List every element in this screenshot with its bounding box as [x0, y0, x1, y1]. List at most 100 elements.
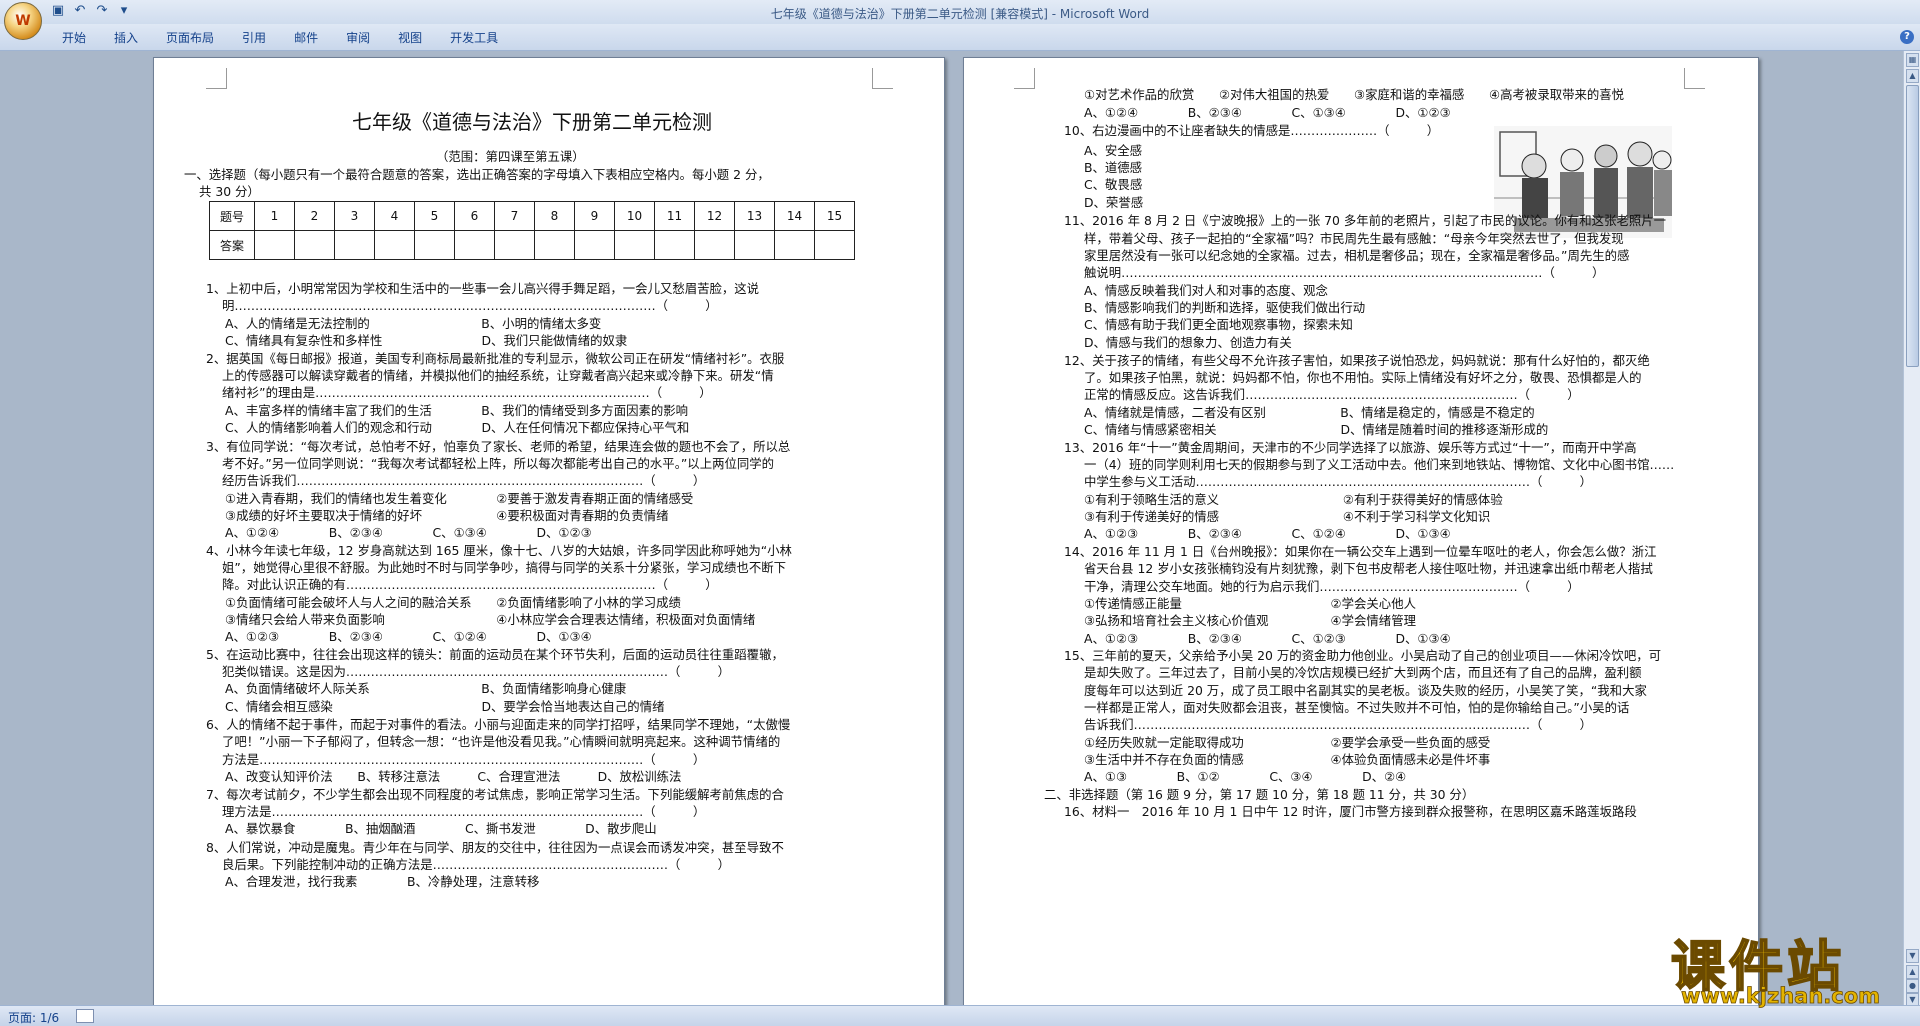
- scroll-thumb[interactable]: [1906, 85, 1919, 367]
- text-line: C、情感有助于我们更全面地观察事物，探索未知: [1084, 317, 1353, 332]
- answer-cell[interactable]: [294, 230, 335, 260]
- text-line: C、情绪会相互感染 D、要学会恰当地表达自己的情绪: [225, 699, 665, 714]
- text-line: 姐”，她觉得心里很不舒服。为此她时不时与同学争吵，搞得与同学的关系十分紧张，学习…: [222, 560, 786, 575]
- question-number-cell: 12: [694, 201, 735, 231]
- answer-cell[interactable]: [614, 230, 655, 260]
- ribbon-tabs: 开始 插入 页面布局 引用 邮件 审阅 视图 开发工具: [48, 29, 512, 46]
- text-line: 家里居然没有一张可以纪念她的全家福。过去，相机是奢侈品；现在，全家福是奢侈品。”…: [1084, 248, 1630, 263]
- answer-cell[interactable]: [574, 230, 615, 260]
- question-number-cell: 3: [334, 201, 375, 231]
- text-line: 3、有位同学说：“每次考试，总怕考不好，怕辜负了家长、老师的希望，结果连会做的题…: [206, 439, 791, 454]
- margin-marker: [872, 68, 893, 89]
- answer-cell[interactable]: [494, 230, 535, 260]
- text-line: A、①②④ B、②③④ C、①③④ D、①②③: [1084, 105, 1451, 120]
- text-line: ①经历失败就一定能取得成功 ②要学会承受一些负面的感受: [1084, 735, 1491, 750]
- text-line: A、安全感: [1084, 143, 1143, 158]
- answer-cell[interactable]: [534, 230, 575, 260]
- tab-insert[interactable]: 插入: [100, 29, 152, 46]
- status-bar: 页面: 1/6: [0, 1005, 1920, 1026]
- text-line: 12、关于孩子的情绪，有些父母不允许孩子害怕，如果孩子说怕恐龙，妈妈就说：那有什…: [1064, 353, 1650, 368]
- text-line: 告诉我们……………………………………………………………………………………（ ）: [1084, 717, 1593, 732]
- answer-cell[interactable]: [414, 230, 455, 260]
- text-line: 是却失败了。三年过去了，目前小吴的冷饮店规模已经扩大到两个店，而且还有了自己的品…: [1084, 665, 1642, 680]
- question-number-cell: 11: [654, 201, 695, 231]
- text-line: C、人的情绪影响着人们的观念和行动 D、人在任何情况下都应保持心平气和: [225, 420, 690, 435]
- text-line: 10、右边漫画中的不让座者缺失的情感是…………………（ ）: [1064, 123, 1440, 138]
- text-line: 干净，清理公交车地面。她的行为启示我们…………………………………………（ ）: [1084, 579, 1580, 594]
- text-line: 上的传感器可以解读穿戴者的情绪，并模拟他们的抽经系统，让穿戴者高兴起来或冷静下来…: [222, 368, 774, 383]
- answer-cell[interactable]: [334, 230, 375, 260]
- answer-cell[interactable]: [254, 230, 295, 260]
- tab-home[interactable]: 开始: [48, 29, 100, 46]
- proofing-icon[interactable]: [76, 1009, 94, 1023]
- document-page-1[interactable]: 七年级《道德与法治》下册第二单元检测 题号 1 2 3 4 5 6 7 8 9 10 11 12 13 14…: [153, 57, 945, 1005]
- text-line: A、改变认知评价法 B、转移注意法 C、合理宣泄法 D、放松训练法: [225, 769, 682, 784]
- tab-review[interactable]: 审阅: [332, 29, 384, 46]
- text-line: B、道德感: [1084, 160, 1143, 175]
- question-number-cell: 2: [294, 201, 335, 231]
- question-number-cell: 6: [454, 201, 495, 231]
- text-line: 13、2016 年“十一”黄金周期间，天津市的不少同学选择了以旅游、娱乐等方式过…: [1064, 440, 1637, 455]
- office-button[interactable]: W: [4, 2, 42, 40]
- text-line: ①对艺术作品的欣赏 ②对伟大祖国的热爱 ③家庭和谐的幸福感 ④高考被录取带来的喜…: [1084, 87, 1625, 102]
- text-line: 1、上初中后，小明常常因为学校和生活中的一些事一会儿高兴得手舞足蹈，一会儿又愁眉…: [206, 281, 760, 296]
- page-count[interactable]: 页面: 1/6: [8, 1009, 59, 1026]
- text-line: 理方法是………………………………………………………………………………（ ）: [222, 804, 706, 819]
- question-number-cell: 15: [814, 201, 855, 231]
- text-line: 经历告诉我们…………………………………………………………………………（ ）: [222, 473, 706, 488]
- answer-cell[interactable]: [734, 230, 775, 260]
- scroll-up-icon[interactable]: ▲: [1906, 69, 1919, 83]
- text-line: 绪衬衫”的理由是………………………………………………………………………（ ）: [222, 385, 712, 400]
- question-number-cell: 8: [534, 201, 575, 231]
- text-line: 一（4）班的同学则利用七天的假期参与到了义工活动中去。他们来到地铁站、博物馆、文…: [1084, 457, 1675, 472]
- vertical-scrollbar[interactable]: ▦ ▲ ▼ ▲ ● ▼: [1903, 51, 1920, 1007]
- tab-references[interactable]: 引用: [228, 29, 280, 46]
- ruler-toggle-icon[interactable]: ▦: [1906, 53, 1919, 67]
- text-line: 考不好。”另一位同学则说：“我每次考试都轻松上阵，所以每次都能考出自己的水平。”…: [222, 456, 775, 471]
- text-line: 14、2016 年 11 月 1 日《台州晚报》：如果你在一辆公交车上遇到一位晕…: [1064, 544, 1657, 559]
- text-line: 4、小林今年读七年级，12 岁身高就达到 165 厘米，像十七、八岁的大姑娘，许…: [206, 543, 792, 558]
- answer-cell[interactable]: [374, 230, 415, 260]
- text-line: 16、材料一 2016 年 10 月 1 日中午 12 时许，厦门市警方接到群众…: [1064, 804, 1637, 819]
- text-line: 了。如果孩子怕黑，就说：妈妈都不怕，你也不用怕。实际上情绪没有好坏之分，敬畏、恐…: [1084, 370, 1642, 385]
- answer-table: 题号 1 2 3 4 5 6 7 8 9 10 11 12 13 14 15 答案: [209, 201, 855, 260]
- help-icon[interactable]: ?: [1900, 30, 1914, 44]
- text-line: （范围：第四课至第五课）: [436, 149, 585, 164]
- answer-cell[interactable]: [454, 230, 495, 260]
- text-line: 样，带着父母、孩子一起拍的“全家福”吗？市民周先生最有感触：“母亲今年突然去世了…: [1084, 231, 1624, 246]
- answer-cell[interactable]: [814, 230, 855, 260]
- text-line: ①进入青春期，我们的情绪也发生着变化 ②要善于激发青春期正面的情绪感受: [225, 491, 694, 506]
- text-line: A、负面情绪破坏人际关系 B、负面情绪影响身心健康: [225, 681, 627, 696]
- tab-view[interactable]: 视图: [384, 29, 436, 46]
- text-line: A、①②③ B、②③④ C、①②③ D、①③④: [1084, 631, 1451, 646]
- margin-marker: [206, 68, 227, 89]
- title-bar: W ▣ ↶ ↷ ▾ 七年级《道德与法治》下册第二单元检测 [兼容模式] - Mi…: [0, 0, 1920, 40]
- ribbon: 开始 插入 页面布局 引用 邮件 审阅 视图 开发工具 ?: [0, 24, 1920, 51]
- tab-mailings[interactable]: 邮件: [280, 29, 332, 46]
- text-line: A、①③ B、①② C、③④ D、②④: [1084, 769, 1407, 784]
- answer-cell[interactable]: [654, 230, 695, 260]
- tab-page-layout[interactable]: 页面布局: [152, 29, 228, 46]
- answer-cell[interactable]: [694, 230, 735, 260]
- tab-developer[interactable]: 开发工具: [436, 29, 512, 46]
- text-line: 触说明…………………………………………………………………………………………（ ）: [1084, 265, 1605, 280]
- question-number-cell: 10: [614, 201, 655, 231]
- text-line: A、丰富多样的情绪丰富了我们的生活 B、我们的情绪受到多方面因素的影响: [225, 403, 689, 418]
- text-line: A、暴饮暴食 B、抽烟酗酒 C、撕书发泄 D、散步爬山: [225, 821, 657, 836]
- text-line: 良后果。下列能控制冲动的正确方法是…………………………………………………（ ）: [222, 857, 731, 872]
- text-line: 共 30 分）: [199, 184, 260, 199]
- text-line: ③成绩的好坏主要取决于情绪的好坏 ④要积极面对青春期的负责情绪: [225, 508, 669, 523]
- watermark-url: www.kjzhan.com: [1681, 984, 1881, 1009]
- document-page-2[interactable]: ①对艺术作品的欣赏 ②对伟大祖国的热爱 ③家庭和谐的幸福感 ④高考被录取带来的喜…: [963, 57, 1759, 1005]
- margin-marker: [1684, 68, 1705, 89]
- text-line: 犯类似错误。这是因为……………………………………………………………………（ ）: [222, 664, 731, 679]
- answer-cell[interactable]: [774, 230, 815, 260]
- text-line: 一、选择题（每小题只有一个最符合题意的答案，选出正确答案的字母填入下表相应空格内…: [184, 167, 770, 182]
- text-line: 11、2016 年 8 月 2 日《宁波晚报》上的一张 70 多年前的老照片，引…: [1064, 213, 1667, 228]
- text-line: D、情感与我们的想象力、创造力有关: [1084, 335, 1292, 350]
- text-line: 8、人们常说，冲动是魔鬼。青少年在与同学、朋友的交往中，往往因为一点误会而诱发冲…: [206, 840, 784, 855]
- text-line: 2、据英国《每日邮报》报道，美国专利商标局最新批准的专利显示，微软公司正在研发“…: [206, 351, 785, 366]
- question-number-cell: 9: [574, 201, 615, 231]
- text-line: A、情感反映着我们对人和对事的态度、观念: [1084, 283, 1328, 298]
- text-line: 了吧！”小丽一下子郁闷了，但转念一想：“也许是他没看见我。”心情瞬间就明亮起来。…: [222, 734, 781, 749]
